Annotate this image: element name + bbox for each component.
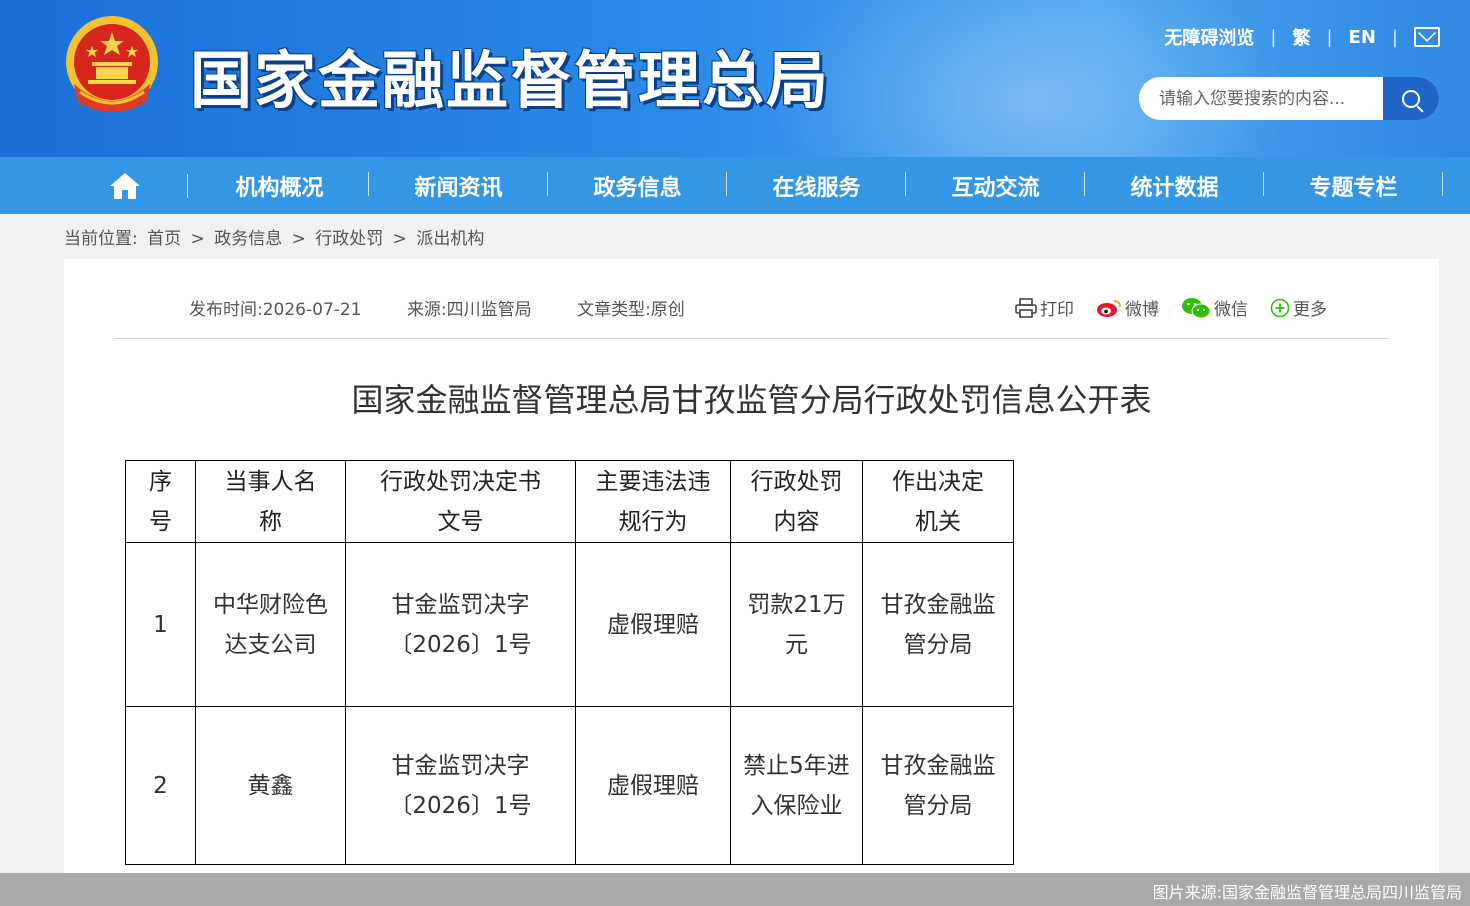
table-header-row: 序号 当事人名称 行政处罚决定书 文号 主要违法违 规行为 行政处罚 内容 作出决定机…: [125, 460, 1014, 543]
more-label: 更多: [1293, 300, 1327, 320]
breadcrumb-separator: >: [190, 229, 205, 249]
mail-icon[interactable]: [1414, 27, 1440, 47]
cell-penalty: 禁止5年进 入保险业: [730, 706, 863, 865]
toplink-separator: |: [1391, 26, 1398, 48]
header-no: 序号: [125, 460, 196, 543]
cell-no: 2: [125, 706, 196, 865]
header-party: 当事人名称: [195, 460, 346, 543]
wechat-share[interactable]: 微信: [1181, 295, 1248, 320]
cell-decision-doc: 甘金监罚决字 〔2026〕1号: [345, 542, 576, 707]
cell-violation: 虚假理赔: [575, 542, 731, 707]
header-penalty: 行政处罚 内容: [730, 460, 863, 543]
weibo-label: 微博: [1125, 300, 1159, 320]
home-icon: [110, 172, 140, 199]
cell-party: 黄鑫: [195, 706, 346, 865]
header-violation: 主要违法违 规行为: [575, 460, 731, 543]
header-authority: 作出决定 机关: [862, 460, 1014, 543]
article-source: 来源:四川监管局: [406, 300, 532, 320]
nav-item-government-info[interactable]: 政务信息: [548, 170, 727, 202]
table-row: 1 中华财险色 达支公司 甘金监罚决字 〔2026〕1号 虚假理赔 罚款21万元 甘…: [125, 542, 1014, 707]
breadcrumb-government-info[interactable]: 政务信息: [214, 229, 282, 249]
wechat-icon: [1182, 297, 1211, 318]
publish-date: 发布时间:2026-07-21: [189, 300, 362, 320]
main-nav: 机构概况 新闻资讯 政务信息 在线服务 互动交流 统计数据 专题专栏: [0, 157, 1470, 214]
cell-violation: 虚假理赔: [575, 706, 731, 865]
image-credit-bar: 图片来源:国家金融监督管理总局四川监管局: [0, 873, 1470, 906]
table-row: 2 黄鑫 甘金监罚决字 〔2026〕1号 虚假理赔 禁止5年进 入保险业 甘孜金融监…: [125, 706, 1014, 865]
penalty-table: 序号 当事人名称 行政处罚决定书 文号 主要违法违 规行为 行政处罚 内容 作出决定机…: [125, 460, 1014, 865]
image-credit: 图片来源:国家金融监督管理总局四川监管局: [1152, 883, 1462, 902]
article-type: 文章类型:原创: [577, 300, 685, 320]
traditional-chinese-link[interactable]: 繁: [1292, 24, 1310, 50]
weibo-icon: [1097, 299, 1121, 317]
cell-authority: 甘孜金融监 管分局: [862, 542, 1014, 707]
top-links: 无障碍浏览 | 繁 | EN |: [1164, 24, 1440, 50]
nav-item-interaction[interactable]: 互动交流: [906, 170, 1085, 202]
nav-item-statistics[interactable]: 统计数据: [1085, 170, 1264, 202]
search-button[interactable]: [1383, 77, 1439, 120]
search-icon: [1402, 89, 1420, 108]
breadcrumb-branch[interactable]: 派出机构: [416, 229, 484, 249]
weibo-share[interactable]: 微博: [1096, 295, 1159, 320]
search-box: [1139, 77, 1439, 120]
share-bar: 打印 微博 微信 更多: [993, 295, 1327, 320]
breadcrumb-separator: >: [392, 229, 407, 249]
print-button[interactable]: 打印: [1015, 295, 1074, 320]
breadcrumb: 当前位置: 首页 > 政务信息 > 行政处罚 > 派出机构: [64, 224, 488, 249]
plus-circle-icon: [1270, 298, 1290, 317]
more-share[interactable]: 更多: [1270, 295, 1327, 320]
breadcrumb-home[interactable]: 首页: [147, 229, 181, 249]
cell-party: 中华财险色 达支公司: [195, 542, 346, 707]
nav-item-news[interactable]: 新闻资讯: [369, 170, 548, 202]
meta-divider: [114, 338, 1389, 339]
site-title[interactable]: 国家金融监督管理总局: [190, 30, 830, 120]
nav-item-special-topics[interactable]: 专题专栏: [1264, 170, 1443, 202]
english-link[interactable]: EN: [1349, 27, 1376, 48]
nav-home[interactable]: [0, 157, 190, 214]
article-title: 国家金融监督管理总局甘孜监管分局行政处罚信息公开表: [351, 381, 1152, 419]
article-meta: 发布时间:2026-07-21 来源:四川监管局 文章类型:原创: [189, 295, 725, 320]
article-panel: 发布时间:2026-07-21 来源:四川监管局 文章类型:原创 打印 微博 微…: [64, 259, 1439, 906]
wechat-label: 微信: [1214, 300, 1248, 320]
toplink-separator: |: [1326, 26, 1333, 48]
breadcrumb-prefix: 当前位置:: [64, 229, 138, 249]
cell-decision-doc: 甘金监罚决字 〔2026〕1号: [345, 706, 576, 865]
header-decision-doc: 行政处罚决定书 文号: [345, 460, 576, 543]
cell-no: 1: [125, 542, 196, 707]
breadcrumb-separator: >: [291, 229, 306, 249]
nav-item-online-service[interactable]: 在线服务: [727, 170, 906, 202]
national-emblem-icon[interactable]: [62, 14, 162, 118]
nav-item-about[interactable]: 机构概况: [190, 170, 369, 202]
cell-authority: 甘孜金融监 管分局: [862, 706, 1014, 865]
cell-penalty: 罚款21万元: [730, 542, 863, 707]
search-input[interactable]: [1139, 77, 1379, 120]
nav-separator: [187, 174, 188, 198]
accessibility-link[interactable]: 无障碍浏览: [1164, 24, 1254, 50]
toplink-separator: |: [1270, 26, 1277, 48]
printer-icon: [1015, 297, 1037, 318]
breadcrumb-penalty[interactable]: 行政处罚: [315, 229, 383, 249]
print-label: 打印: [1040, 300, 1074, 320]
site-header: 国家金融监督管理总局 无障碍浏览 | 繁 | EN |: [0, 0, 1470, 157]
